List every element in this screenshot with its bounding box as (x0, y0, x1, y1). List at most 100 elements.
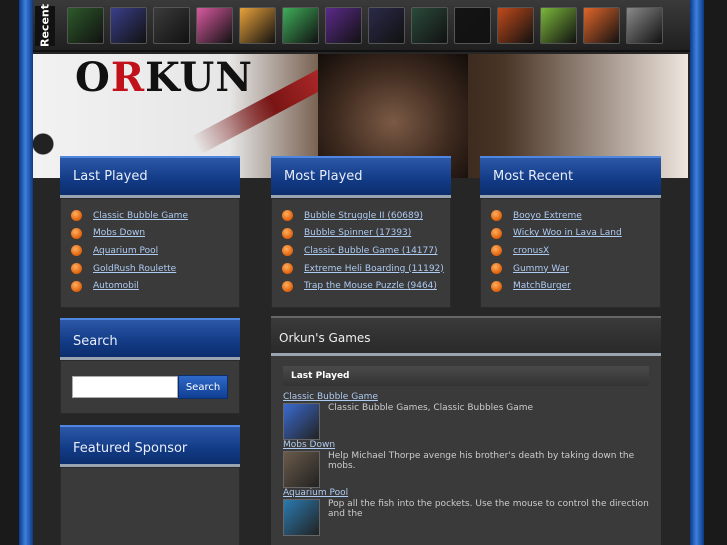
game-description: Classic Bubble Games, Classic Bubbles Ga… (328, 403, 534, 413)
last-played-list: Classic Bubble Game Mobs Down Aquarium Poo… (60, 198, 240, 308)
list-item: Bubble Struggle II (60689) (282, 207, 440, 225)
list-item: Mobs Down (71, 225, 229, 243)
recent-game-1-icon[interactable] (67, 7, 104, 44)
orange-bullet-icon (71, 263, 82, 275)
orange-bullet-icon (491, 263, 502, 275)
orange-bullet-icon (491, 280, 502, 292)
recent-game-14-icon[interactable] (626, 7, 663, 44)
orange-bullet-icon (282, 263, 293, 275)
sponsor-title: Featured Sponsor (60, 425, 240, 467)
recent-game-4-icon[interactable] (196, 7, 233, 44)
list-item: Trap the Mouse Puzzle (9464) (282, 277, 440, 295)
last-played-title: Last Played (60, 156, 240, 198)
game-link[interactable]: Gummy War (513, 264, 569, 274)
orange-bullet-icon (491, 210, 502, 222)
game-link[interactable]: GoldRush Roulette (93, 264, 176, 274)
search-title: Search (60, 318, 240, 360)
recent-thumbs (67, 7, 663, 44)
game-title-link[interactable]: Mobs Down (283, 440, 649, 450)
game-thumbnail[interactable] (283, 499, 320, 536)
recent-bar: Recent (33, 0, 690, 52)
orange-bullet-icon (491, 227, 502, 239)
game-link[interactable]: Bubble Spinner (17393) (304, 228, 411, 238)
orange-bullet-icon (282, 245, 293, 257)
recent-game-13-icon[interactable] (583, 7, 620, 44)
game-link[interactable]: cronusX (513, 246, 549, 256)
logo-text-kun: KUN (145, 54, 253, 101)
search-panel: Search Search (60, 318, 240, 414)
recent-game-12-icon[interactable] (540, 7, 577, 44)
games-entries: Classic Bubble Game Classic Bubble Games,… (283, 392, 649, 536)
game-thumbnail[interactable] (283, 451, 320, 488)
frame-right (690, 0, 704, 545)
list-item: cronusX (491, 242, 650, 260)
list-item: Wicky Woo in Lava Land (491, 225, 650, 243)
game-link[interactable]: Classic Bubble Game (14177) (304, 246, 438, 256)
sponsor-panel: Featured Sponsor (60, 425, 240, 545)
game-link[interactable]: MatchBurger (513, 281, 571, 291)
list-item: Booyo Extreme (491, 207, 650, 225)
orange-bullet-icon (71, 280, 82, 292)
game-link[interactable]: Wicky Woo in Lava Land (513, 228, 622, 238)
game-link[interactable]: Classic Bubble Game (93, 211, 188, 221)
logo-text-o: O (75, 54, 111, 101)
search-button[interactable]: Search (178, 375, 228, 399)
orange-bullet-icon (71, 245, 82, 257)
recent-label: Recent (35, 4, 55, 48)
game-description: Pop all the fish into the pockets. Use t… (328, 499, 649, 519)
site-logo[interactable]: ORKUN (75, 54, 253, 101)
orange-bullet-icon (282, 210, 293, 222)
game-link[interactable]: Mobs Down (93, 228, 145, 238)
game-link[interactable]: Booyo Extreme (513, 211, 582, 221)
recent-game-9-icon[interactable] (411, 7, 448, 44)
most-recent-title: Most Recent (480, 156, 661, 198)
game-row: Help Michael Thorpe avenge his brother's… (283, 451, 649, 488)
sponsor-body (60, 467, 240, 545)
game-description: Help Michael Thorpe avenge his brother's… (328, 451, 635, 471)
game-title-link[interactable]: Classic Bubble Game (283, 392, 649, 402)
game-link[interactable]: Bubble Struggle II (60689) (304, 211, 423, 221)
most-recent-panel: Most Recent Booyo Extreme Wicky Woo in La… (480, 156, 661, 308)
list-item: Classic Bubble Game (14177) (282, 242, 440, 260)
last-played-panel: Last Played Classic Bubble Game Mobs Down… (60, 156, 240, 308)
recent-game-8-icon[interactable] (368, 7, 405, 44)
most-played-list: Bubble Struggle II (60689) Bubble Spinner… (271, 198, 451, 308)
orange-bullet-icon (282, 227, 293, 239)
game-row: Classic Bubble Games, Classic Bubbles Ga… (283, 403, 649, 440)
list-item: GoldRush Roulette (71, 260, 229, 278)
game-link[interactable]: Aquarium Pool (93, 246, 158, 256)
game-link[interactable]: Automobil (93, 281, 139, 291)
list-item: Gummy War (491, 260, 650, 278)
recent-game-6-icon[interactable] (282, 7, 319, 44)
orange-bullet-icon (491, 245, 502, 257)
logo-text-r: R (110, 54, 146, 101)
recent-game-2-icon[interactable] (110, 7, 147, 44)
recent-game-10-icon[interactable] (454, 7, 491, 44)
list-item: Bubble Spinner (17393) (282, 225, 440, 243)
most-played-panel: Most Played Bubble Struggle II (60689) Bu… (271, 156, 451, 308)
list-item: MatchBurger (491, 277, 650, 295)
recent-game-3-icon[interactable] (153, 7, 190, 44)
game-link[interactable]: Extreme Heli Boarding (11192) (304, 264, 444, 274)
frame-left (19, 0, 33, 545)
recent-game-7-icon[interactable] (325, 7, 362, 44)
most-recent-list: Booyo Extreme Wicky Woo in Lava Land cronu… (480, 198, 661, 308)
search-form: Search (60, 360, 240, 414)
games-section-title: Last Played (283, 366, 649, 386)
games-body: Last Played Classic Bubble Game Classic B… (271, 356, 661, 545)
list-item: Automobil (71, 277, 229, 295)
search-input[interactable] (72, 376, 178, 398)
recent-game-11-icon[interactable] (497, 7, 534, 44)
orange-bullet-icon (71, 227, 82, 239)
orange-bullet-icon (282, 280, 293, 292)
recent-game-5-icon[interactable] (239, 7, 276, 44)
orange-bullet-icon (71, 210, 82, 222)
game-link[interactable]: Trap the Mouse Puzzle (9464) (304, 281, 437, 291)
game-thumbnail[interactable] (283, 403, 320, 440)
game-title-link[interactable]: Aquarium Pool (283, 488, 649, 498)
list-item: Classic Bubble Game (71, 207, 229, 225)
most-played-title: Most Played (271, 156, 451, 198)
games-title: Orkun's Games (271, 316, 661, 356)
game-row: Pop all the fish into the pockets. Use t… (283, 499, 649, 536)
list-item: Aquarium Pool (71, 242, 229, 260)
